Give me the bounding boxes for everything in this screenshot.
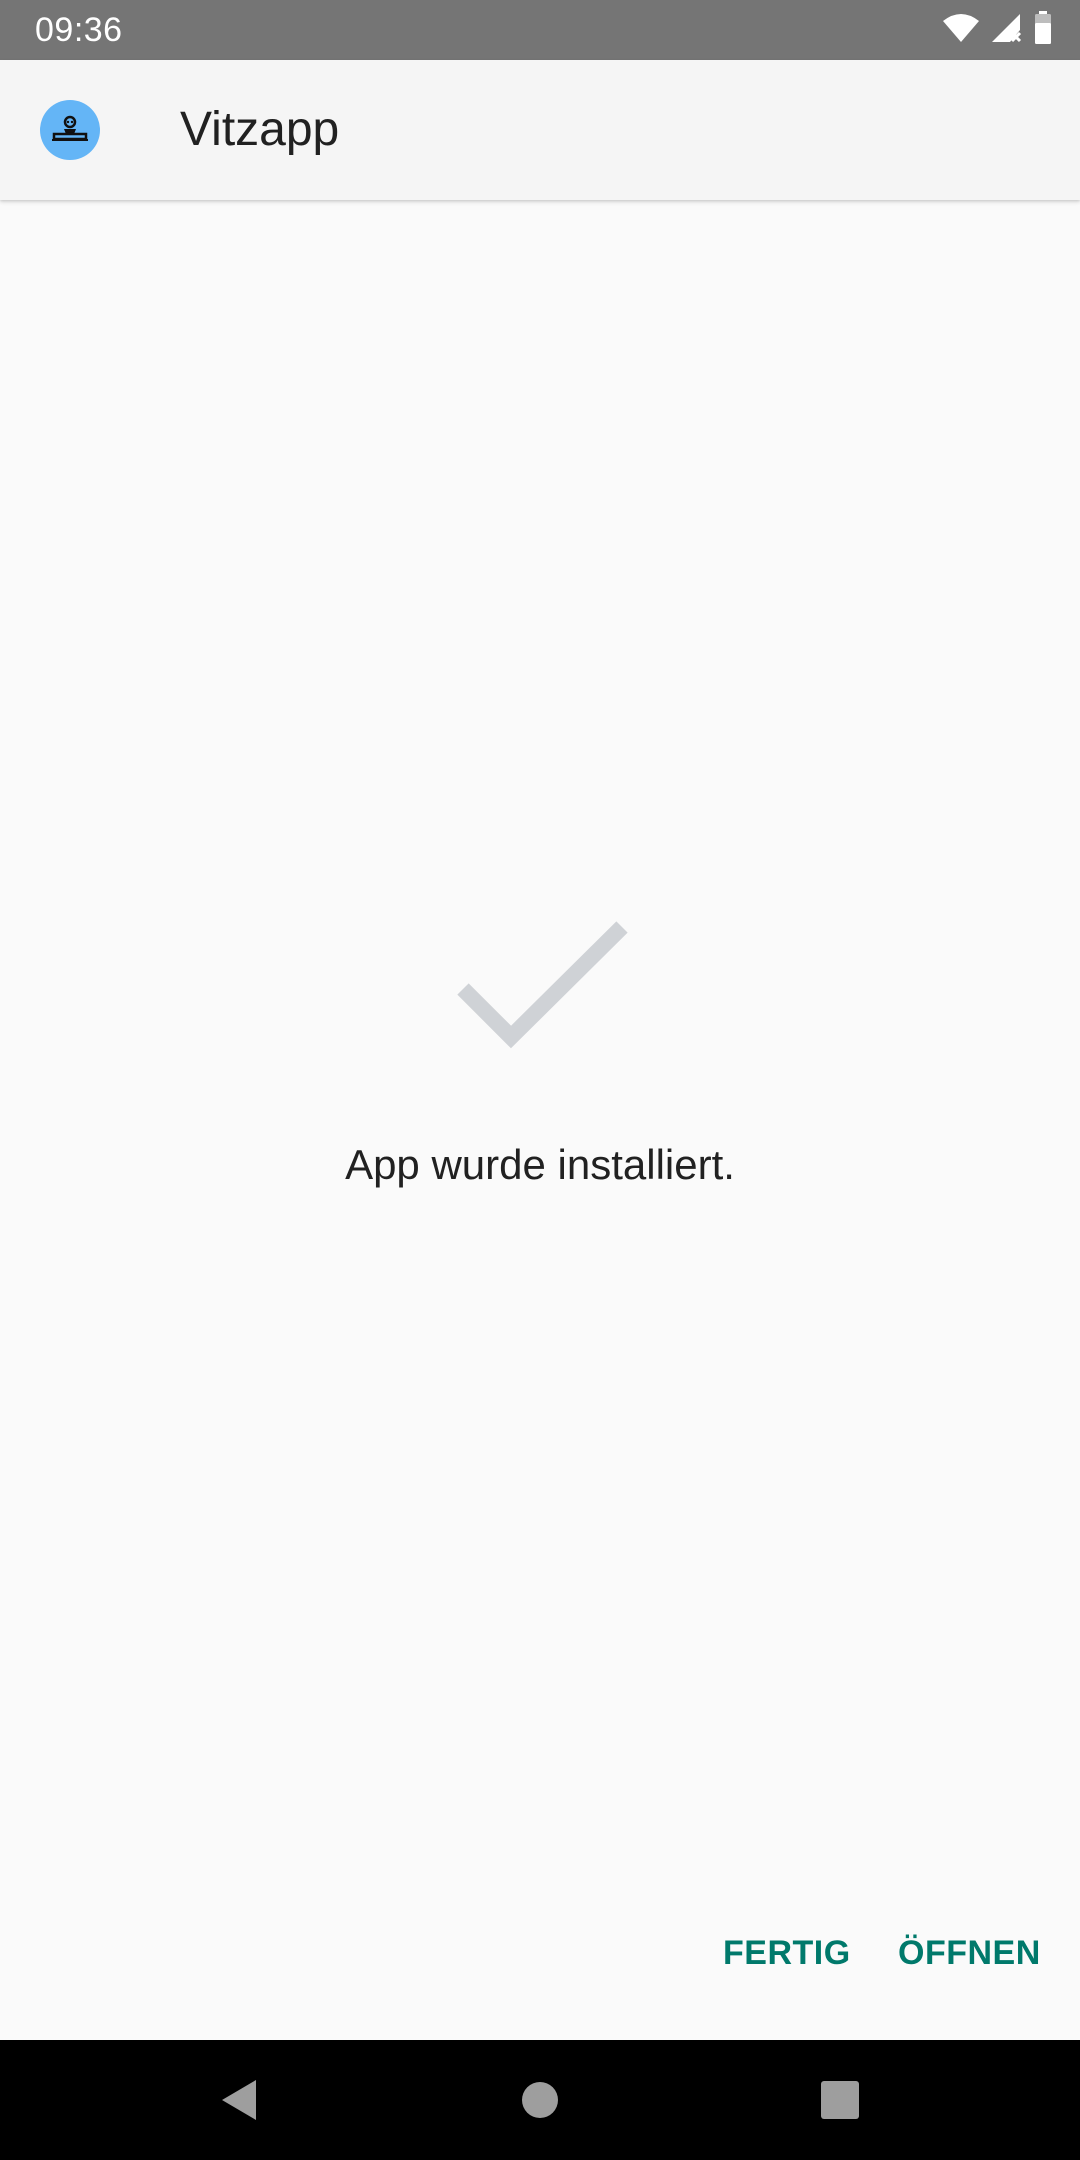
install-complete-screen: 09:36 Vitzapp App wurde installiert. FER… [0, 0, 1080, 2160]
recents-icon [821, 2081, 859, 2119]
app-title: Vitzapp [180, 103, 340, 156]
status-icons [942, 10, 1052, 50]
back-button[interactable] [210, 2070, 270, 2130]
app-logo-icon [40, 100, 100, 160]
wifi-icon [942, 13, 980, 48]
status-bar: 09:36 [0, 0, 1080, 60]
status-time: 09:36 [35, 11, 123, 49]
cellular-no-signal-icon [990, 12, 1024, 49]
battery-icon [1034, 10, 1052, 50]
home-button[interactable] [510, 2070, 570, 2130]
checkmark-icon [457, 921, 628, 1049]
back-icon [222, 2080, 256, 2120]
open-button[interactable]: ÖFFNEN [898, 1925, 1041, 1981]
navigation-bar [0, 2040, 1080, 2160]
done-button[interactable]: FERTIG [723, 1925, 851, 1981]
install-status-message: App wurde installiert. [345, 1141, 735, 1188]
app-bar: Vitzapp [0, 60, 1080, 200]
home-icon [522, 2082, 558, 2118]
recents-button[interactable] [810, 2070, 870, 2130]
